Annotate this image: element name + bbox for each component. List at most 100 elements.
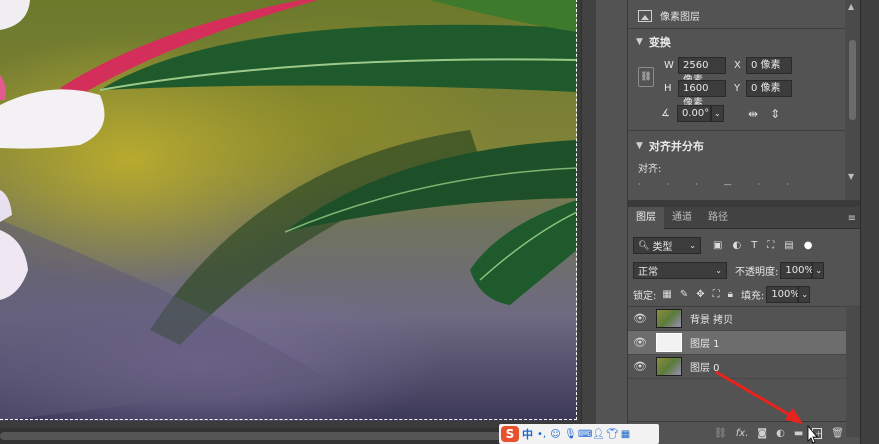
type-filter-icon[interactable]: T [751,240,757,251]
y-label: Y [734,83,741,94]
lock-move-icon[interactable]: ✥ [696,289,704,300]
align-title: 对齐并分布 [648,140,704,153]
align-right-icon[interactable]: · [695,180,698,189]
visibility-eye-icon[interactable]: 👁︎ [628,312,652,325]
photoshop-window: { "properties": { "layer_type": "像素图层", … [0,0,879,444]
tab-channels[interactable]: 通道 [664,207,700,229]
angle-dropdown[interactable]: ⌄ [711,105,724,122]
canvas-horizontal-scrollbar[interactable] [0,428,581,444]
ime-toolbar: S 中 •, ☺ 🎙︎ ⌨ 👤︎ 👕︎ ▦ [499,424,659,444]
y-field[interactable]: 0 像素 [746,80,792,97]
document-canvas[interactable] [0,0,581,444]
layer-row[interactable]: 👁︎ 背景 拷贝 [628,307,846,331]
width-row: W 2560 像素 X 0 像素 [664,57,792,86]
skin-icon[interactable]: 👕︎ [606,429,619,440]
height-label: H [664,83,672,94]
transform-header[interactable]: ▼ 变换 [636,34,671,50]
layer-thumbnail [656,309,682,328]
scroll-thumb[interactable] [0,432,540,440]
canvas-vertical-scrollbar[interactable] [581,0,596,444]
tab-layers[interactable]: 图层 [628,206,664,229]
width-field[interactable]: 2560 像素 [678,57,726,86]
flip-vertical-icon[interactable]: ⇕ [770,107,780,121]
keyboard-icon[interactable]: ⌨ [578,429,592,440]
emoji-icon[interactable]: ☺ [550,429,561,440]
x-field[interactable]: 0 像素 [746,57,792,74]
layer-name: 图层 0 [690,363,720,374]
sogou-logo-icon[interactable]: S [501,426,519,442]
adjustment-icon[interactable]: ◐ [776,428,785,439]
align-row: 对齐: [638,160,661,175]
layer-row-selected[interactable]: 👁︎ 图层 1 [628,331,846,355]
chevron-down-icon: ⌄ [689,241,696,250]
flip-horizontal-icon[interactable]: ⇹ [748,107,758,121]
lock-transparent-icon[interactable]: ▦ [662,289,671,300]
visibility-eye-icon[interactable]: 👁︎ [628,336,652,349]
fill-dropdown[interactable]: ⌄ [798,286,811,303]
rotation-row: ∡ 0.00° ⌄ ⇹ ⇕ [661,105,780,122]
layer-type-row: 像素图层 [638,8,700,23]
pixel-filter-icon[interactable]: ▣ [713,240,722,251]
user-icon[interactable]: 👤︎ [592,429,605,440]
layer-thumbnail [656,357,682,376]
height-field[interactable]: 1600 像素 [678,80,726,109]
layers-scrollbar[interactable] [846,305,860,437]
link-icon[interactable]: ⛓ [714,428,727,439]
fx-icon[interactable]: fx. [736,428,749,439]
align-buttons: · · · — · · [638,180,789,189]
opacity-field[interactable]: 100% [780,262,814,279]
opacity-label: 不透明度: [735,267,779,278]
fill-field[interactable]: 100% [766,286,800,303]
align-left-icon[interactable]: · [638,180,641,189]
smart-object-filter-icon[interactable]: ▤ [784,240,793,251]
lock-label: 锁定: [633,291,657,302]
layer-type-label: 像素图层 [660,12,700,23]
blend-row: 正常 ⌄ 不透明度: 100% ⌄ [633,262,825,279]
align-top-icon[interactable]: — [724,180,732,189]
microphone-icon[interactable]: 🎙︎ [564,429,577,440]
scroll-up-icon[interactable]: ▲ [848,2,854,11]
width-label: W [664,60,674,71]
new-layer-icon[interactable]: + [812,427,823,439]
layer-name: 背景 拷贝 [690,315,734,326]
folder-icon[interactable]: ▬ [794,428,803,439]
collapsed-panel-dock [596,0,628,444]
link-dimensions-button[interactable]: ⛓ [638,67,654,87]
panel-collapse-strip [860,0,879,444]
scroll-thumb[interactable] [849,40,856,120]
x-label: X [734,60,741,71]
scroll-down-icon[interactable]: ▼ [848,172,854,181]
adjustment-filter-icon[interactable]: ◐ [732,240,741,251]
panel-menu-icon[interactable]: ≡ [848,213,856,224]
trash-icon[interactable]: 🗑︎ [831,428,844,439]
blend-mode-select[interactable]: 正常 ⌄ [633,262,727,279]
shape-filter-icon[interactable]: ⛶ [767,240,774,251]
visibility-eye-icon[interactable]: 👁︎ [628,360,652,373]
align-label: 对齐: [638,164,662,175]
punctuation-icon[interactable]: •, [536,429,547,440]
align-bottom-icon[interactable]: · [786,180,789,189]
chevron-down-icon: ▼ [636,141,643,151]
mask-icon[interactable]: ◙ [757,428,767,439]
height-row: H 1600 像素 Y 0 像素 [664,80,792,109]
lock-brush-icon[interactable]: ✎ [680,289,688,300]
tab-paths[interactable]: 路径 [700,207,736,229]
filter-kind-select[interactable]: 🔍︎ 类型 ⌄ [633,237,701,254]
layer-name: 图层 1 [690,339,720,350]
ime-mode-label[interactable]: 中 [522,426,533,442]
lock-row: 锁定: ▦ ✎ ✥ ⛶ 🔒︎ 填充: 100% ⌄ [633,286,811,303]
canvas-image [0,0,577,421]
lock-all-icon[interactable]: 🔒︎ [728,289,733,300]
lock-artboard-icon[interactable]: ⛶ [713,289,720,300]
filter-toggle-icon[interactable]: ● [804,240,813,251]
align-center-icon[interactable]: · [667,180,670,189]
toolbox-icon[interactable]: ▦ [620,429,631,440]
angle-field[interactable]: 0.00° [677,105,711,122]
pixel-layer-icon [638,9,652,22]
align-middle-icon[interactable]: · [758,180,761,189]
opacity-dropdown[interactable]: ⌄ [812,262,825,279]
angle-icon: ∡ [661,108,670,119]
properties-scrollbar[interactable]: ▲ ▼ [845,0,860,200]
layer-row[interactable]: 👁︎ 图层 0 [628,355,846,379]
align-header[interactable]: ▼ 对齐并分布 [636,138,704,154]
